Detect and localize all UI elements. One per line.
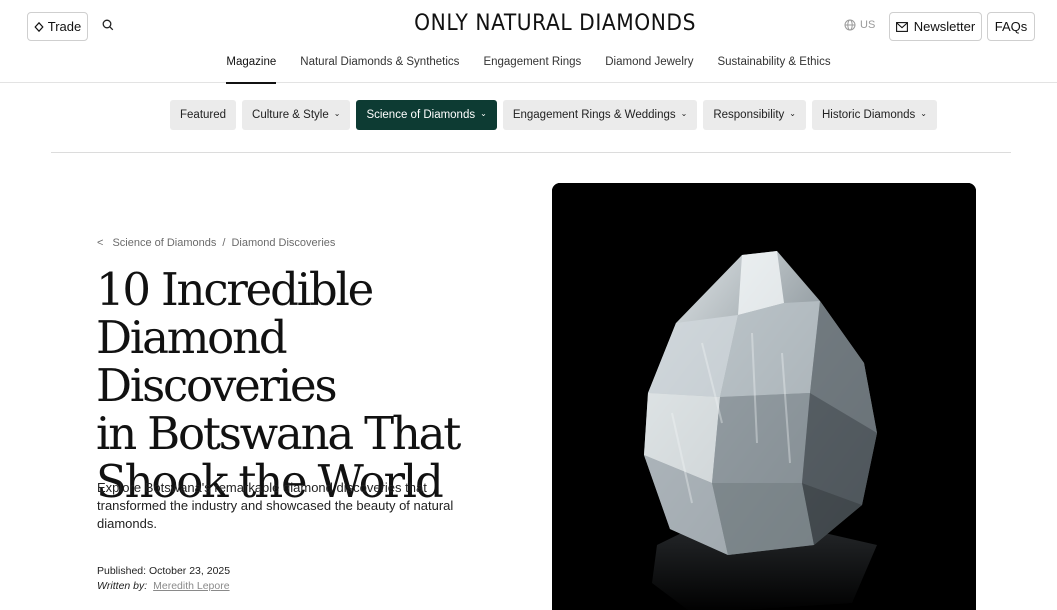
chevron-left-icon[interactable]: < [97,237,103,249]
chip-label: Historic Diamonds [821,109,916,121]
newsletter-button[interactable]: Newsletter [889,12,982,41]
region-label: US [860,19,876,31]
category-chip-responsibility[interactable]: Responsibility ⌄ [703,100,806,130]
site-logo[interactable]: ONLY NATURAL DIAMONDS [414,10,695,38]
chip-label: Science of Diamonds [366,109,476,121]
nav-item-diamond-jewelry[interactable]: Diamond Jewelry [605,50,693,83]
chevron-down-icon: ⌄ [680,109,688,118]
section-divider [51,152,1011,153]
written-by-label: Written by: [97,580,148,592]
newsletter-label: Newsletter [913,19,976,34]
author-line: Written by: Meredith Lepore [97,580,230,592]
nav-item-sustainability-ethics[interactable]: Sustainability & Ethics [717,50,830,83]
faqs-label: FAQs [994,19,1028,34]
chip-label: Featured [180,109,227,121]
hero-image [552,183,976,610]
title-line: in Botswana That [96,407,461,460]
nav-item-natural-diamonds-synthetics[interactable]: Natural Diamonds & Synthetics [300,50,459,83]
chip-label: Culture & Style [252,109,329,121]
nav-item-engagement-rings[interactable]: Engagement Rings [483,50,581,83]
title-line: 10 Incredible [96,263,374,316]
diamond-outline-icon [34,21,44,32]
rough-diamond-image [552,183,976,610]
site-header: Trade ONLY NATURAL DIAMONDS US Newslette… [0,0,1057,50]
chevron-down-icon: ⌄ [920,109,927,118]
globe-icon [844,19,856,31]
search-icon[interactable] [101,18,115,32]
article-title: 10 Incredible Diamond Discoveries in Bot… [96,266,516,506]
nav-item-magazine[interactable]: Magazine [226,50,276,84]
breadcrumb-separator: / [222,237,226,249]
category-chip-historic-diamonds[interactable]: Historic Diamonds ⌄ [811,100,937,130]
category-chip-featured[interactable]: Featured [170,100,237,130]
envelope-icon [895,21,908,32]
breadcrumb-current-link[interactable]: Diamond Discoveries [231,237,335,249]
main-nav: Magazine Natural Diamonds & Synthetics E… [0,50,1057,84]
category-chip-science-of-diamonds[interactable]: Science of Diamonds ⌄ [356,100,497,130]
faqs-button[interactable]: FAQs [987,12,1035,41]
chip-label: Engagement Rings & Weddings [512,109,676,121]
trade-button[interactable]: Trade [27,12,88,41]
region-selector[interactable]: US [844,19,875,31]
author-link[interactable]: Meredith Lepore [153,580,229,592]
category-chip-engagement-rings-weddings[interactable]: Engagement Rings & Weddings ⌄ [502,100,698,130]
chevron-down-icon: ⌄ [333,109,341,118]
published-date: Published: October 23, 2025 [97,565,231,577]
chip-label: Responsibility [713,109,785,121]
article-subtitle: Explore Botswana's remarkable diamond di… [97,480,454,531]
chevron-down-icon: ⌄ [480,109,487,118]
title-line: Diamond Discoveries [96,311,338,412]
breadcrumb: < Science of Diamonds / Diamond Discover… [97,237,335,249]
trade-label: Trade [47,19,82,34]
category-bar: Featured Culture & Style ⌄ Science of Di… [170,100,937,130]
category-chip-culture-style[interactable]: Culture & Style ⌄ [242,100,351,130]
chevron-down-icon: ⌄ [789,109,796,118]
breadcrumb-parent-link[interactable]: Science of Diamonds [112,237,216,249]
